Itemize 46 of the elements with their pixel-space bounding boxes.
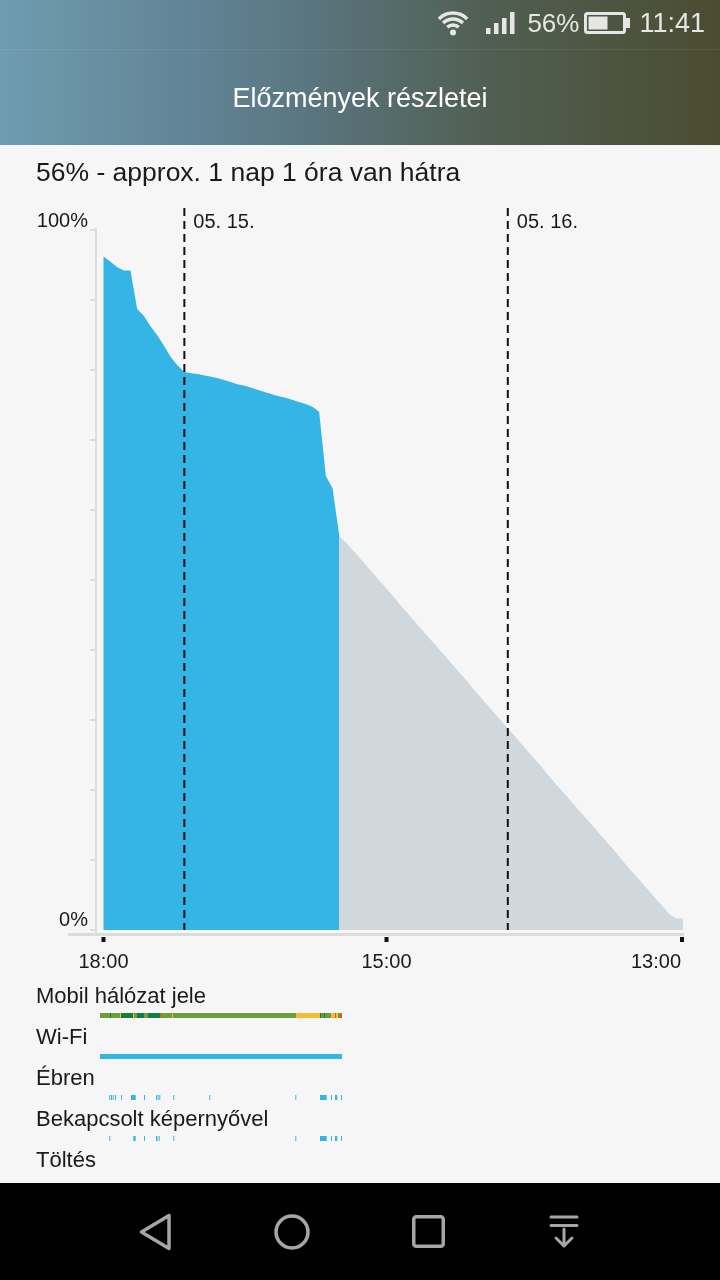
x-tick-label: 15:00 bbox=[361, 950, 412, 972]
screen-on-tick bbox=[295, 1136, 297, 1141]
home-button[interactable] bbox=[274, 1213, 310, 1250]
awake-tick bbox=[331, 1095, 332, 1100]
date-label: 05. 16. bbox=[516, 210, 578, 232]
screen-on-tick bbox=[320, 1136, 327, 1141]
clock: 11:41 bbox=[639, 7, 705, 39]
awake-tick bbox=[335, 1095, 338, 1100]
awake-tick bbox=[320, 1095, 327, 1100]
x-tick-label: 18:00 bbox=[78, 950, 129, 972]
timeline-label: Mobil hálózat jele bbox=[36, 983, 206, 1009]
back-button[interactable] bbox=[139, 1212, 173, 1251]
recents-icon bbox=[411, 1215, 445, 1248]
screen-on-tick bbox=[144, 1136, 145, 1141]
screen-on-tick bbox=[335, 1136, 338, 1141]
battery-remaining-text: 56% - approx. 1 nap 1 óra van hátra bbox=[36, 157, 461, 187]
screen-on-tick bbox=[341, 1136, 342, 1141]
awake-tick bbox=[341, 1095, 342, 1100]
timeline-label: Ébren bbox=[36, 1065, 95, 1091]
notification-pull-down-button[interactable] bbox=[549, 1214, 579, 1249]
wifi-icon bbox=[437, 10, 470, 36]
signal-icon bbox=[486, 12, 516, 34]
screen-on-tick bbox=[331, 1136, 332, 1141]
awake-tick bbox=[121, 1095, 122, 1100]
timeline-label: Bekapcsolt képernyővel bbox=[36, 1106, 269, 1132]
y-tick-label: 0% bbox=[59, 907, 88, 930]
recents-button[interactable] bbox=[411, 1215, 445, 1248]
screen-title: Előzmények részletei bbox=[232, 81, 488, 114]
battery-icon bbox=[584, 12, 631, 34]
date-label: 05. 15. bbox=[193, 210, 255, 232]
screen-on-tick bbox=[109, 1136, 111, 1141]
y-tick-label: 100% bbox=[36, 208, 88, 231]
awake-tick bbox=[173, 1095, 175, 1100]
awake-tick bbox=[209, 1095, 211, 1100]
screen-on-tick bbox=[133, 1136, 136, 1141]
lines-down-arrow-icon bbox=[549, 1214, 579, 1249]
screen-on-tick bbox=[173, 1136, 175, 1141]
timeline-label: Töltés bbox=[36, 1147, 96, 1173]
battery-percentage: 56% bbox=[527, 7, 580, 39]
x-tick-label: 13:00 bbox=[631, 950, 682, 972]
back-icon bbox=[139, 1212, 173, 1251]
awake-tick bbox=[144, 1095, 145, 1100]
awake-tick bbox=[295, 1095, 297, 1100]
timeline-label: Wi-Fi bbox=[36, 1024, 88, 1050]
awake-tick bbox=[131, 1095, 136, 1100]
home-icon bbox=[274, 1213, 310, 1250]
